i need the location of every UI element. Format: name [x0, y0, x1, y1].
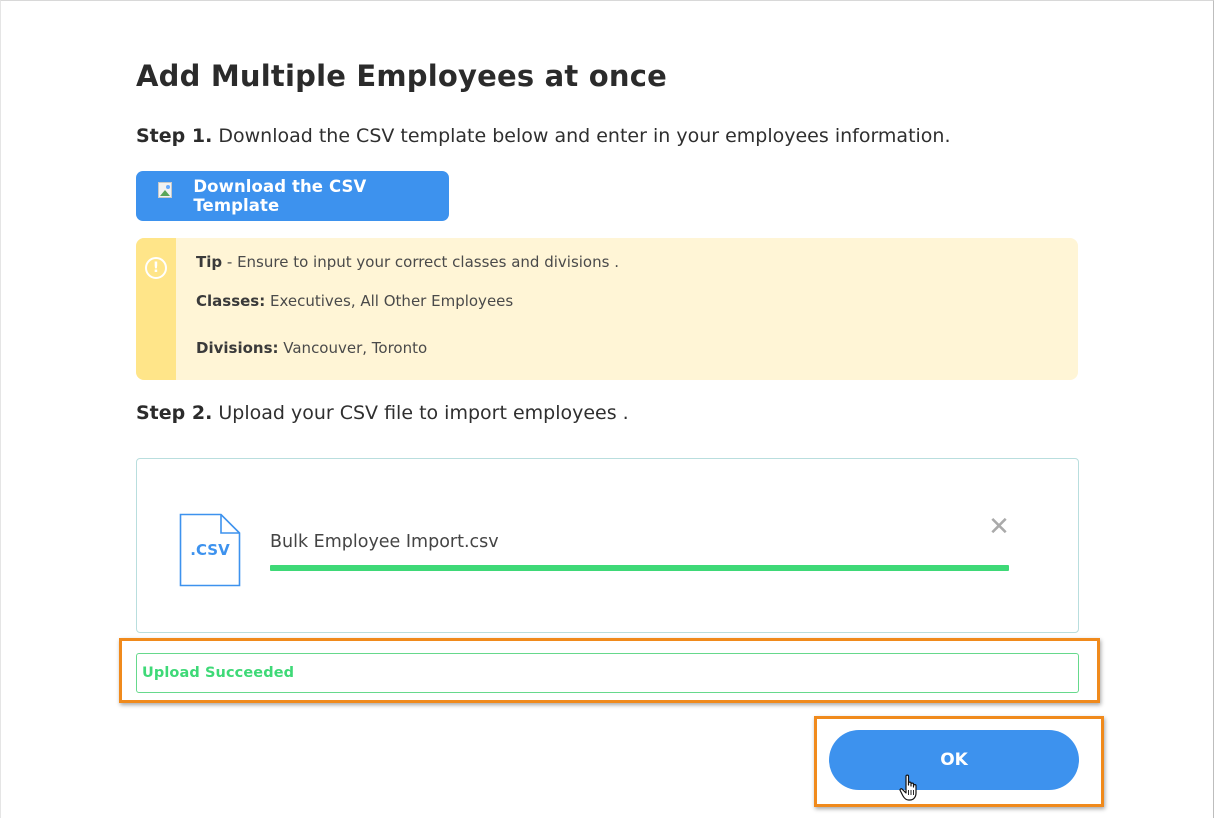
step-1-instruction: Step 1. Download the CSV template below …	[136, 125, 951, 147]
classes-line: Classes: Executives, All Other Employees	[196, 292, 513, 310]
download-csv-template-button[interactable]: Download the CSV Template	[136, 171, 449, 221]
download-button-label: Download the CSV Template	[193, 177, 367, 215]
tip-label: Tip	[196, 253, 223, 271]
tip-text: - Ensure to input your correct classes a…	[222, 253, 619, 271]
step-1-text: Download the CSV template below and ente…	[212, 125, 951, 147]
tip-line: Tip - Ensure to input your correct class…	[196, 253, 619, 271]
classes-label: Classes:	[196, 292, 266, 310]
csv-file-icon-text: .CSV	[190, 541, 230, 559]
broken-image-icon	[158, 182, 175, 200]
step-2-instruction: Step 2. Upload your CSV file to import e…	[136, 402, 629, 424]
divisions-label: Divisions:	[196, 339, 279, 357]
close-icon[interactable]: ✕	[987, 514, 1011, 540]
csv-file-icon: .CSV	[179, 513, 241, 587]
step-2-text: Upload your CSV file to import employees…	[212, 402, 629, 424]
upload-dropzone[interactable]: .CSV Bulk Employee Import.csv ✕	[136, 458, 1079, 633]
upload-status-text: Upload Succeeded	[142, 665, 295, 681]
step-2-label: Step 2.	[136, 402, 213, 424]
tip-panel: ! Tip - Ensure to input your correct cla…	[136, 238, 1078, 380]
hand-pointer-icon	[899, 774, 917, 801]
uploaded-file-name: Bulk Employee Import.csv	[270, 532, 499, 552]
ok-button[interactable]: OK	[829, 730, 1079, 790]
step-1-label: Step 1.	[136, 125, 213, 147]
alert-circle-icon: !	[145, 257, 167, 279]
upload-status-message: Upload Succeeded	[136, 653, 1079, 693]
upload-progress-bar	[270, 565, 1009, 571]
divisions-value: Vancouver, Toronto	[278, 339, 428, 357]
dialog-title: Add Multiple Employees at once	[136, 59, 667, 93]
add-employees-dialog: Add Multiple Employees at once Step 1. D…	[0, 0, 1214, 818]
classes-value: Executives, All Other Employees	[265, 292, 514, 310]
upload-progress-fill	[270, 565, 1009, 571]
divisions-line: Divisions: Vancouver, Toronto	[196, 339, 427, 357]
